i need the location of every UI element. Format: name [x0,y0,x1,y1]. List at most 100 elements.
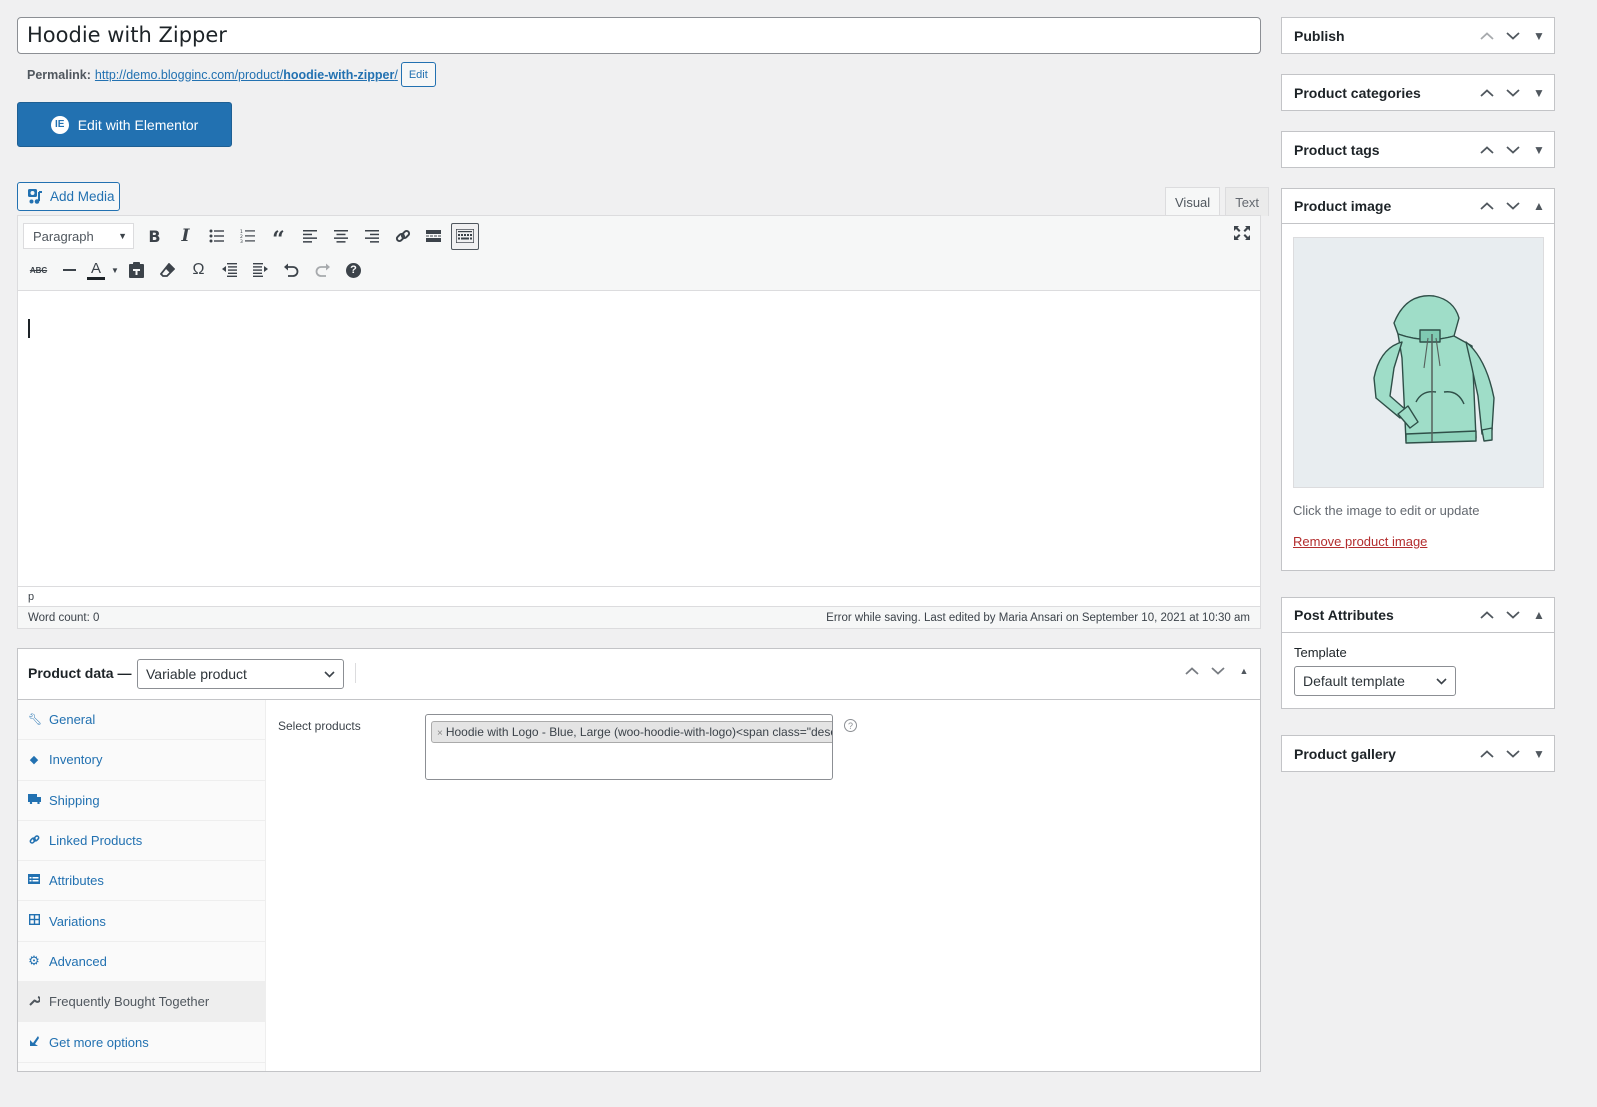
box-controls: ▼ [1478,143,1548,157]
insert-link-button[interactable] [387,222,418,250]
product-tags-title[interactable]: Product tags [1294,142,1380,158]
move-down-button[interactable] [1504,608,1522,622]
tab-inventory[interactable]: ◆ Inventory [18,740,265,781]
special-character-button[interactable]: Ω [183,256,214,284]
product-categories-title[interactable]: Product categories [1294,85,1421,101]
indent-button[interactable] [245,256,276,284]
publish-title[interactable]: Publish [1294,28,1345,44]
fullscreen-button[interactable] [1234,226,1250,243]
align-center-button[interactable] [325,222,356,250]
format-select[interactable]: Paragraph ▼ [23,223,134,249]
editor-content-area[interactable] [18,291,1260,586]
tab-linked-products[interactable]: Linked Products [18,821,265,862]
numbered-list-button[interactable]: 123 [232,222,263,250]
post-attributes-title[interactable]: Post Attributes [1294,607,1394,623]
text-color-button[interactable]: A ▼ [85,256,121,284]
move-up-button[interactable] [1478,143,1496,157]
product-type-select[interactable]: Variable product [137,659,344,689]
align-right-button[interactable] [356,222,387,250]
chevron-up-icon [1480,611,1494,619]
product-data-controls: ▲ [1184,664,1252,678]
blockquote-button[interactable]: “ [263,222,294,251]
horizontal-line-button[interactable] [54,256,85,284]
post-attributes-box: Post Attributes ▲ Template Default templ… [1281,597,1555,709]
select-products-input[interactable]: × Hoodie with Logo - Blue, Large (woo-hoo… [425,714,833,780]
outdent-button[interactable] [214,256,245,284]
tab-advanced[interactable]: ⚙ Advanced [18,942,265,983]
horizontal-line-icon [63,269,76,271]
product-image-box: Product image ▲ Click the image to edit … [1281,188,1555,571]
edit-with-elementor-button[interactable]: IE Edit with Elementor [17,102,232,147]
chevron-down-icon [1211,667,1225,675]
toggle-panel-button[interactable]: ▼ [1530,143,1548,157]
move-down-button[interactable] [1504,86,1522,100]
tab-general[interactable]: 🔧︎ General [18,700,265,741]
tab-label: Frequently Bought Together [49,994,210,1010]
template-select[interactable]: Default template [1294,666,1456,696]
element-path: p [18,586,1260,606]
clear-formatting-button[interactable] [152,256,183,284]
remove-product-image-link[interactable]: Remove product image [1293,534,1543,549]
toolbar-toggle-button[interactable] [451,222,479,250]
toggle-panel-button[interactable]: ▼ [1530,29,1548,43]
undo-button[interactable] [276,256,307,284]
bold-button[interactable]: B [139,222,170,250]
move-down-button[interactable] [1210,664,1226,678]
toggle-panel-button[interactable]: ▲ [1236,666,1252,676]
tab-frequently-bought-together[interactable]: Frequently Bought Together [18,982,265,1023]
italic-button[interactable]: I [170,222,201,250]
bulleted-list-button[interactable] [201,222,232,250]
triangle-down-icon: ▼ [1533,85,1545,100]
autosave-status: Error while saving. Last edited by Maria… [826,611,1250,624]
toggle-panel-button[interactable]: ▼ [1530,747,1548,761]
product-image[interactable] [1293,237,1544,488]
product-image-title[interactable]: Product image [1294,198,1391,214]
read-more-button[interactable] [418,222,449,250]
move-up-button[interactable] [1478,608,1496,622]
move-up-button[interactable] [1478,86,1496,100]
tab-shipping[interactable]: Shipping [18,781,265,821]
move-down-button[interactable] [1504,747,1522,761]
tab-variations[interactable]: Variations [18,901,265,942]
move-up-button[interactable] [1478,199,1496,213]
help-tip-icon[interactable]: ? [844,719,857,732]
remove-chip-icon[interactable]: × [437,728,443,739]
permalink-link[interactable]: http://demo.blogginc.com/product/hoodie-… [95,68,398,82]
keyboard-shortcuts-button[interactable]: ? [338,256,369,284]
toggle-panel-button[interactable]: ▲ [1530,199,1548,213]
elementor-logo-icon: IE [50,115,69,134]
toggle-panel-button[interactable]: ▼ [1530,86,1548,100]
permalink-row: Permalink: http://demo.blogginc.com/prod… [27,62,436,87]
post-title-input[interactable]: Hoodie with Zipper [17,17,1261,54]
product-gallery-title[interactable]: Product gallery [1294,746,1396,762]
move-down-button[interactable] [1504,29,1522,43]
product-gallery-box: Product gallery ▼ [1281,735,1555,772]
align-left-button[interactable] [294,222,325,250]
paste-as-text-button[interactable] [121,256,152,284]
move-up-button[interactable] [1478,29,1496,43]
product-type-value: Variable product [146,666,247,682]
strikethrough-button[interactable]: ABC [23,256,54,284]
selected-product-label: Hoodie with Logo - Blue, Large (woo-hood… [445,725,832,739]
move-down-button[interactable] [1504,143,1522,157]
wrench-icon: 🔧︎ [28,714,42,727]
tab-attributes[interactable]: Attributes [18,861,265,902]
grid-icon [28,914,40,928]
chevron-up-icon [1480,88,1494,97]
tab-get-more-options[interactable]: Get more options [18,1022,265,1063]
redo-button[interactable] [307,256,338,284]
chevron-down-icon [1506,202,1520,210]
tab-label: Inventory [49,752,103,768]
tab-visual[interactable]: Visual [1165,187,1221,217]
move-up-button[interactable] [1184,664,1200,678]
tab-text[interactable]: Text [1225,187,1270,216]
publish-box: Publish ▼ [1281,17,1555,54]
move-up-button[interactable] [1478,747,1496,761]
triangle-up-icon: ▲ [1239,666,1249,676]
toggle-panel-button[interactable]: ▲ [1530,608,1548,622]
box-controls: ▼ [1478,747,1548,761]
add-media-button[interactable]: Add Media [17,182,120,211]
move-down-button[interactable] [1504,199,1522,213]
product-data-panel: Select products × Hoodie with Logo - Blue… [266,700,1260,1071]
permalink-edit-button[interactable]: Edit [400,62,436,87]
